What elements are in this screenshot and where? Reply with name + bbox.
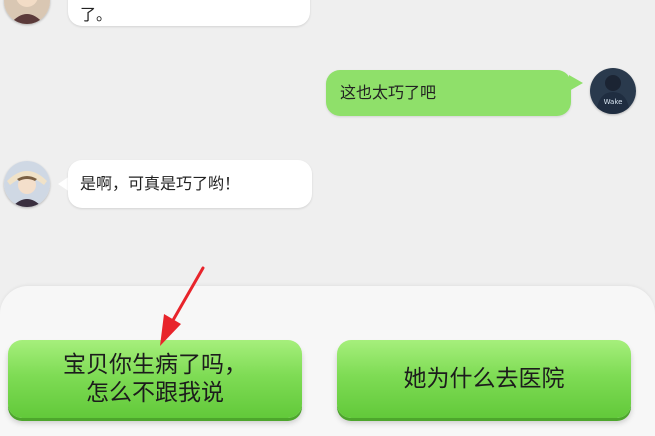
chat-area: 了。 这也太巧了吧 Wake 是啊，可真是巧了哟！ — [0, 0, 655, 290]
avatar-logo-text: Wake — [604, 98, 623, 106]
female-avatar-icon[interactable] — [4, 0, 50, 24]
choice-label: 她为什么去医院 — [403, 366, 565, 392]
message-bubble-outgoing: 这也太巧了吧 — [326, 70, 571, 116]
message-bubble-incoming: 了。 — [68, 0, 310, 26]
bubble-tail — [569, 75, 583, 91]
message-text: 是啊，可真是巧了哟！ — [80, 174, 241, 193]
message-bubble-incoming: 是啊，可真是巧了哟！ — [68, 160, 312, 208]
female-avatar-icon[interactable] — [4, 161, 50, 207]
choice-button-sick[interactable]: 宝贝你生病了吗， 怎么不跟我说 — [8, 340, 302, 418]
male-avatar-icon[interactable]: Wake — [590, 68, 636, 114]
message-text: 了。 — [80, 5, 113, 24]
message-text: 这也太巧了吧 — [340, 83, 437, 102]
choice-button-hospital[interactable]: 她为什么去医院 — [337, 340, 631, 418]
choice-label: 宝贝你生病了吗， 怎么不跟我说 — [63, 352, 247, 406]
